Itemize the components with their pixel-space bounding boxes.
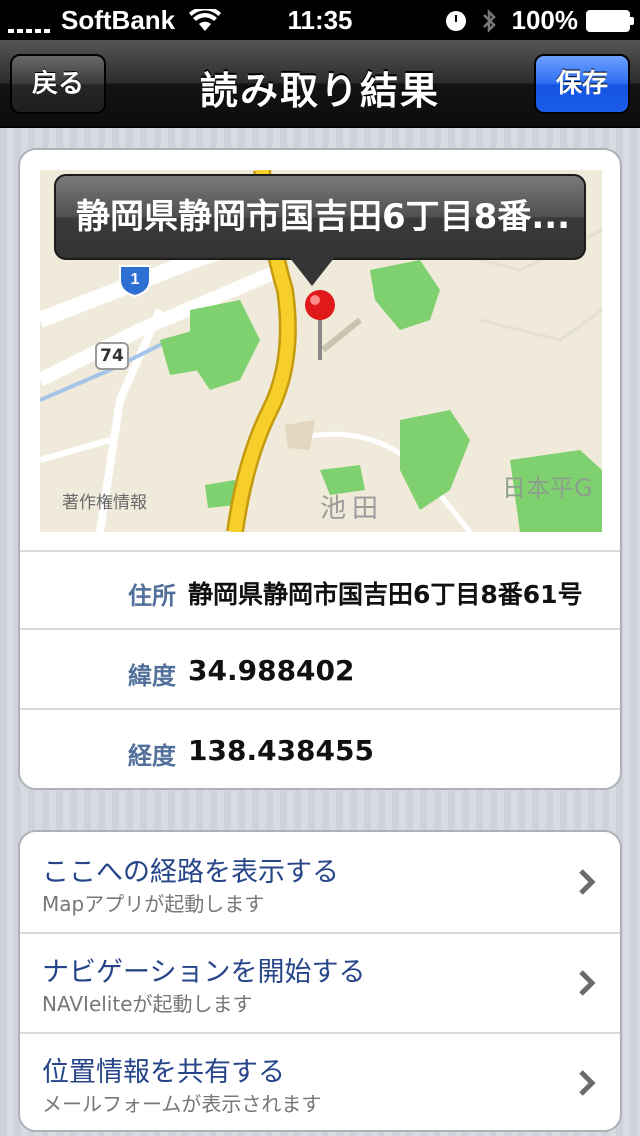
chevron-right-icon xyxy=(579,1070,596,1096)
chevron-right-icon xyxy=(579,869,596,895)
status-bar: SoftBank 11:35 100% xyxy=(0,0,640,40)
divider xyxy=(20,708,620,710)
battery-percent: 100% xyxy=(511,5,579,35)
latitude-label: 緯度 xyxy=(128,662,176,690)
map-label-ikeda: 池田 xyxy=(320,494,385,524)
save-button[interactable]: 保存 xyxy=(534,54,630,114)
divider xyxy=(20,550,620,552)
show-route-title: ここへの経路を表示する xyxy=(42,857,339,888)
longitude-label: 経度 xyxy=(128,742,176,770)
map-callout-tail xyxy=(290,258,334,286)
route-1-label: 1 xyxy=(131,271,140,288)
start-navigation-subtitle: NAVIeliteが起動します xyxy=(42,992,253,1016)
start-navigation-title: ナビゲーションを開始する xyxy=(42,957,366,988)
map-view[interactable]: 静岡県静岡市国吉田6丁目8番... 1 74 池田 日本平G 著作権情報 xyxy=(40,170,602,532)
navigation-bar: 戻る 読み取り結果 保存 xyxy=(0,40,640,128)
status-right: 100% xyxy=(445,5,634,36)
address-value: 静岡県静岡市国吉田6丁目8番61号 xyxy=(188,580,583,609)
show-route-row[interactable]: ここへの経路を表示する Mapアプリが起動します xyxy=(20,832,620,932)
chevron-right-icon xyxy=(579,970,596,996)
map-label-nihondaira: 日本平G xyxy=(502,474,593,502)
start-navigation-row[interactable]: ナビゲーションを開始する NAVIeliteが起動します xyxy=(20,934,620,1032)
address-label: 住所 xyxy=(128,582,176,610)
map-copyright-link[interactable]: 著作権情報 xyxy=(62,488,147,513)
latitude-value: 34.988402 xyxy=(188,654,355,687)
route-1-shield-icon: 1 xyxy=(119,265,151,298)
alarm-clock-icon xyxy=(445,10,466,31)
longitude-value: 138.438455 xyxy=(188,734,374,767)
route-74-shield: 74 xyxy=(95,342,129,370)
share-location-subtitle: メールフォームが表示されます xyxy=(42,1092,322,1116)
show-route-subtitle: Mapアプリが起動します xyxy=(42,892,265,916)
divider xyxy=(20,628,620,630)
bluetooth-icon xyxy=(482,8,496,33)
battery-icon xyxy=(586,9,634,32)
share-location-title: 位置情報を共有する xyxy=(42,1057,285,1088)
map-callout[interactable]: 静岡県静岡市国吉田6丁目8番... xyxy=(54,174,586,260)
result-card: 静岡県静岡市国吉田6丁目8番... 1 74 池田 日本平G 著作権情報 住所 … xyxy=(18,148,622,790)
actions-card: ここへの経路を表示する Mapアプリが起動します ナビゲーションを開始する NA… xyxy=(18,830,622,1132)
share-location-row[interactable]: 位置情報を共有する メールフォームが表示されます xyxy=(20,1034,620,1130)
